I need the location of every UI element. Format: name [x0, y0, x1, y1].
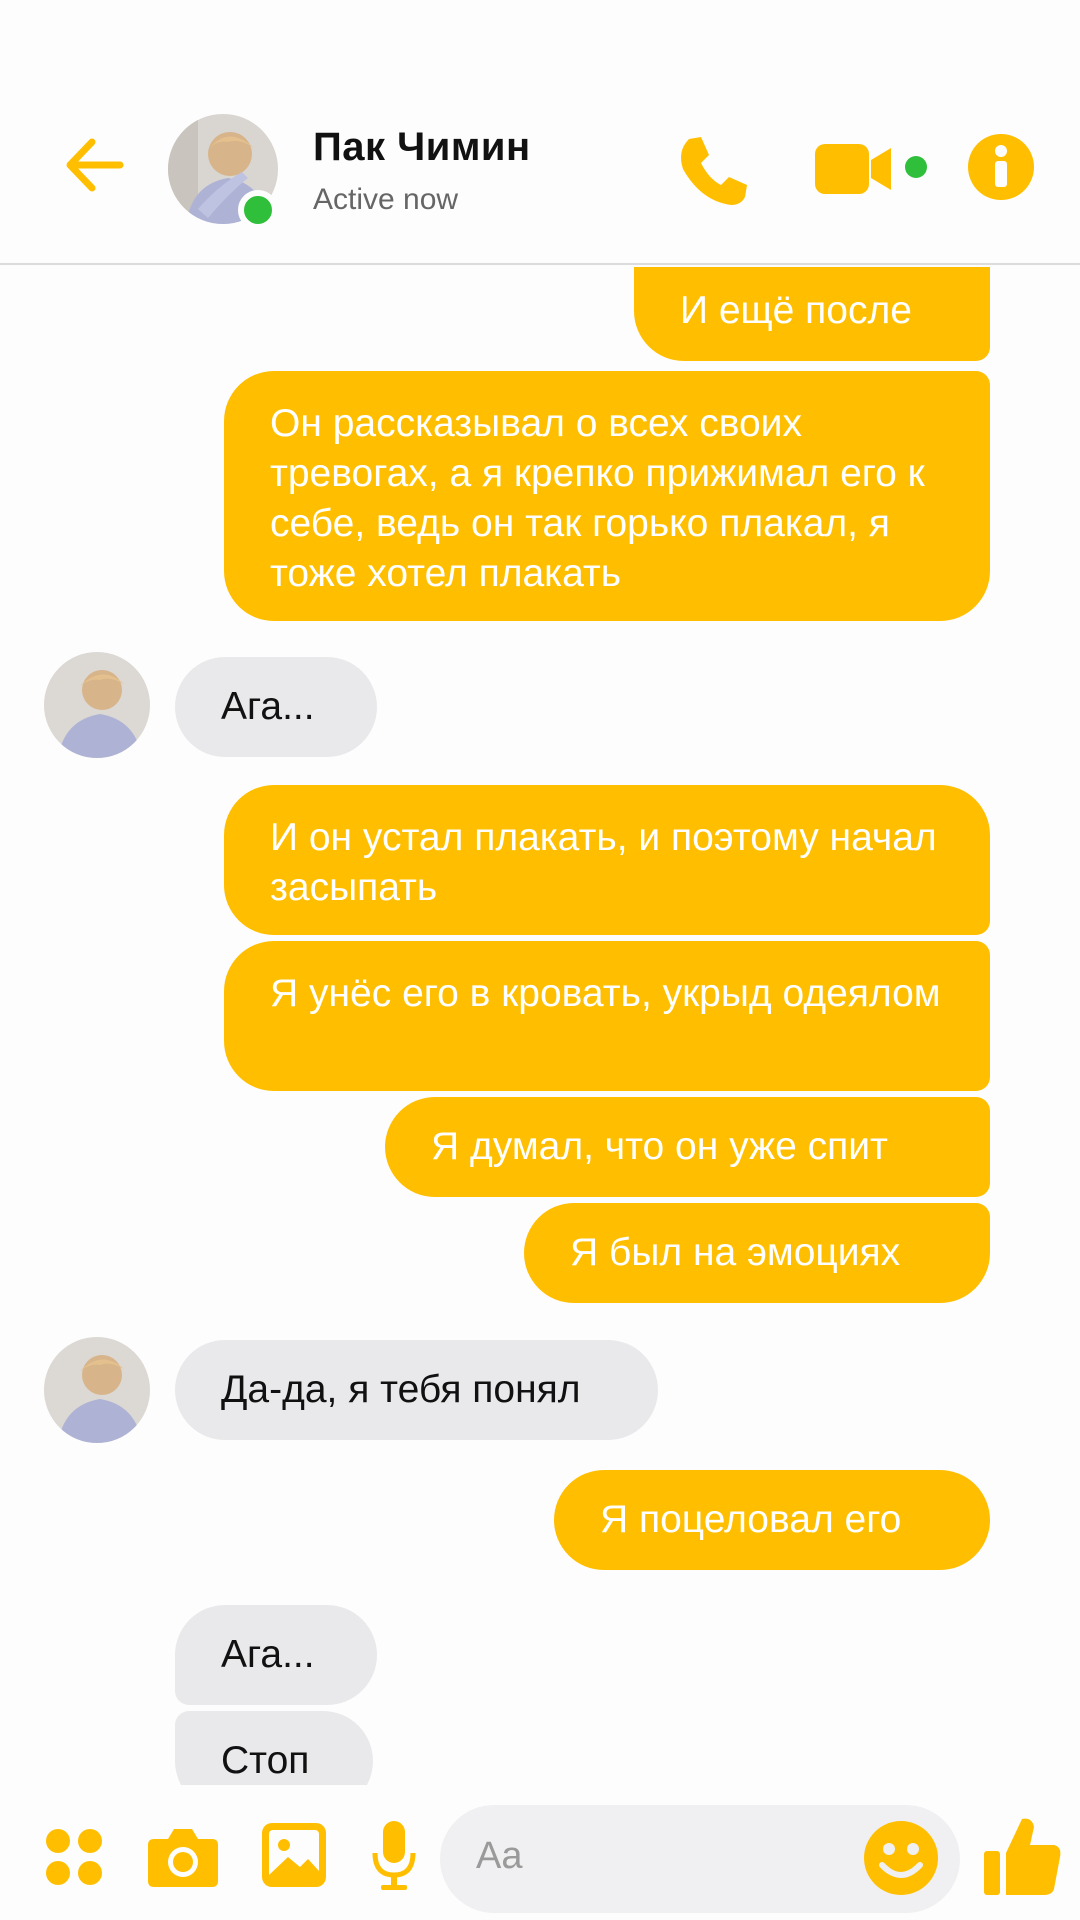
message-text: И ещё после: [680, 289, 912, 332]
message-text: Я унёс его в кровать, укрыд одеялом: [270, 972, 941, 1015]
message-text: Да-да, я тебя понял: [221, 1368, 581, 1411]
message-text: Стоп: [221, 1739, 310, 1782]
message-text: Он рассказывал о всех своих тревогах, а …: [270, 402, 925, 595]
message-bubble-incoming[interactable]: Да-да, я тебя понял: [175, 1340, 658, 1440]
message-bubble-outgoing[interactable]: И он устал плакать, и поэтому начал засы…: [224, 785, 990, 935]
contact-name[interactable]: Пак Чимин: [313, 125, 531, 170]
camera-icon[interactable]: [148, 1825, 218, 1889]
thumbs-up-icon[interactable]: [982, 1815, 1062, 1899]
message-input[interactable]: Aa: [440, 1805, 960, 1913]
message-bubble-incoming[interactable]: Ага...: [175, 657, 377, 757]
chat-header: Пак Чимин Active now: [0, 0, 1080, 265]
info-icon[interactable]: [968, 134, 1034, 200]
message-text: Ага...: [221, 685, 315, 728]
message-bubble-outgoing[interactable]: Он рассказывал о всех своих тревогах, а …: [224, 371, 990, 621]
message-bubble-outgoing[interactable]: Я был на эмоциях: [524, 1203, 990, 1303]
message-bubble-outgoing[interactable]: Я поцеловал его: [554, 1470, 990, 1570]
message-bubble-outgoing[interactable]: Я думал, что он уже спит: [385, 1097, 990, 1197]
message-text: И он устал плакать, и поэтому начал засы…: [270, 816, 937, 909]
phone-icon[interactable]: [675, 133, 750, 208]
avatar[interactable]: [44, 1337, 150, 1443]
apps-icon[interactable]: [44, 1827, 104, 1887]
back-arrow-icon[interactable]: [60, 130, 130, 200]
message-input-placeholder: Aa: [476, 1835, 523, 1877]
message-list[interactable]: И ещё после Он рассказывал о всех своих …: [0, 267, 1080, 1785]
message-bubble-outgoing[interactable]: Я унёс его в кровать, укрыд одеялом: [224, 941, 990, 1091]
chat-screen: Пак Чимин Active now И ещё после Он расс…: [0, 0, 1080, 1920]
gallery-icon[interactable]: [262, 1823, 326, 1887]
message-text: Я поцеловал его: [600, 1498, 902, 1541]
contact-status: Active now: [313, 183, 459, 216]
message-bubble-outgoing[interactable]: И ещё после: [634, 267, 990, 361]
avatar[interactable]: [44, 652, 150, 758]
message-text: Ага...: [221, 1633, 315, 1676]
online-status-dot: [238, 190, 278, 230]
message-bubble-incoming[interactable]: Ага...: [175, 1605, 377, 1705]
message-text: Я был на эмоциях: [570, 1231, 901, 1274]
microphone-icon[interactable]: [372, 1821, 416, 1891]
message-text: Я думал, что он уже спит: [431, 1125, 888, 1168]
message-composer: Aa: [0, 1785, 1080, 1920]
emoji-icon[interactable]: [862, 1819, 940, 1897]
message-bubble-incoming[interactable]: Стоп: [175, 1711, 373, 1785]
video-camera-icon[interactable]: [815, 140, 935, 200]
